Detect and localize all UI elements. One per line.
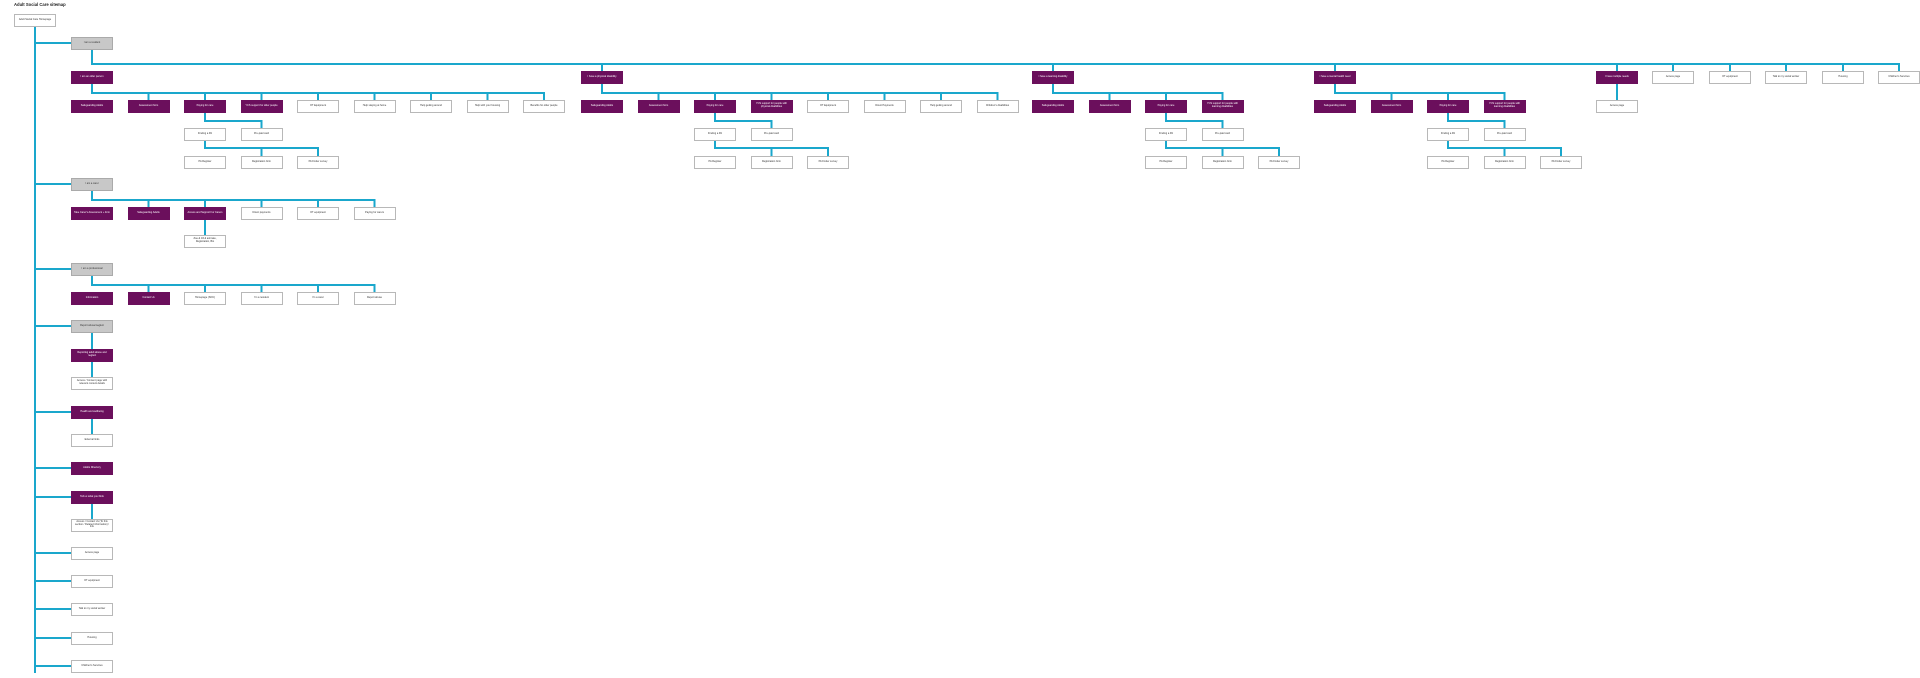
node-paying-for-care[interactable]: Paying for care: [1145, 99, 1187, 113]
node-registration-form[interactable]: Registration form: [1201, 155, 1244, 169]
node-i-am-an-older-person[interactable]: I am an older person: [71, 70, 113, 84]
node-report-abuse-neglect[interactable]: Report abuse/neglect: [71, 319, 113, 333]
node-reporting-adult-abuse-and-neglect[interactable]: Reporting adult abuse and neglect: [71, 348, 113, 362]
node-i-am-a-carer[interactable]: I am a carer: [71, 177, 113, 191]
node-help-staying-at-home[interactable]: Help staying at home: [353, 99, 396, 113]
node-homepage-soc[interactable]: Homepage (SOC): [184, 291, 226, 305]
node-ot-equipment[interactable]: OT Equipment: [297, 99, 339, 113]
node-ycs-support-for-people-with-learning-disabilities[interactable]: YCS support for people with learning dis…: [1483, 99, 1526, 113]
node-access-page[interactable]: Access page: [71, 546, 113, 560]
node-pa-finder-survey[interactable]: PA Finder survey: [297, 155, 339, 169]
node-root[interactable]: Adult Social Care Homepage: [14, 14, 56, 27]
node-i-have-a-learning-disability[interactable]: I have a learning disability: [1032, 70, 1074, 84]
node-talk-to-my-social-worker[interactable]: Talk to my social worker: [71, 602, 113, 616]
node-safeguarding-adults[interactable]: Safeguarding Adults: [581, 99, 623, 113]
node-ot-equipment[interactable]: OT equipment: [297, 206, 339, 220]
node-finding-a-pa[interactable]: Finding a PA: [184, 127, 226, 141]
node-information[interactable]: Information: [71, 291, 113, 305]
node-help-with-your-housing[interactable]: Help with your housing: [466, 99, 509, 113]
node-take-carer-s-assessment-form[interactable]: Take Carer's Assessment + form: [71, 206, 113, 220]
node-safeguarding-adults[interactable]: Safeguarding Adults: [127, 206, 170, 220]
node-health-and-wellbeing[interactable]: Health and wellbeing: [71, 405, 113, 419]
node-paying-for-care[interactable]: Paying for care: [184, 99, 226, 113]
node-pre-paid-card[interactable]: Pre-paid card: [240, 127, 283, 141]
node-registration-form[interactable]: Registration form: [750, 155, 793, 169]
node-assessment-form[interactable]: Assessment form: [1370, 99, 1413, 113]
node-access-contact-us-to-this-section-related-information-link[interactable]: Access / Contact Us (To this section / R…: [71, 518, 113, 532]
node-pa-register[interactable]: PA Register: [184, 155, 226, 169]
node-children-s-disabilities[interactable]: Children's disabilities: [976, 99, 1019, 113]
node-registration-form[interactable]: Registration form: [240, 155, 283, 169]
node-finding-a-pa[interactable]: Finding a PA: [1427, 127, 1469, 141]
node-i-have-a-mental-health-need[interactable]: I have a mental health need: [1314, 70, 1356, 84]
node-housing[interactable]: Housing: [71, 631, 113, 645]
node-help-getting-around[interactable]: Help getting around: [920, 99, 962, 113]
node-i-m-a-carer[interactable]: I'm a carer: [297, 291, 339, 305]
node-access-page[interactable]: Access page: [1596, 99, 1638, 113]
node-contact-us[interactable]: Contact Us: [127, 291, 170, 305]
node-paying-for-care[interactable]: Paying for care: [694, 99, 736, 113]
node-pa-register[interactable]: PA Register: [1145, 155, 1187, 169]
node-access-page[interactable]: Access page: [1652, 70, 1694, 84]
node-finding-a-pa[interactable]: Finding a PA: [1145, 127, 1187, 141]
node-pre-paid-card[interactable]: Pre-paid card: [750, 127, 793, 141]
node-report-abuse[interactable]: Report abuse: [353, 291, 396, 305]
node-i-have-multiple-needs[interactable]: I have multiple needs: [1596, 70, 1638, 84]
node-i-am-a-resident[interactable]: I am a resident: [71, 36, 113, 50]
node-ot-equipment[interactable]: OT Equipment: [807, 99, 849, 113]
node-safeguarding-adults[interactable]: Safeguarding Adults: [71, 99, 113, 113]
node-ycs-support-for-people-with-learning-disabilities[interactable]: YCS support for people with learning dis…: [1201, 99, 1244, 113]
node-talk-to-my-social-worker[interactable]: Talk to my social worker: [1765, 70, 1807, 84]
node-direct-payments[interactable]: Direct Payments: [863, 99, 906, 113]
node-ot-equipment[interactable]: OT equipment: [71, 574, 113, 588]
node-i-am-a-professional[interactable]: I am a professional: [71, 262, 113, 276]
node-assessment-form[interactable]: Assessment form: [637, 99, 680, 113]
node-benefits-for-older-people[interactable]: Benefits for older people: [523, 99, 565, 113]
node-paying-for-carers[interactable]: Paying for carers: [353, 206, 396, 220]
node-access-content-page-with-relevant-content-details[interactable]: Access / Content page with relevant cont…: [71, 376, 113, 390]
node-pa-finder-survey[interactable]: PA Finder survey: [1258, 155, 1300, 169]
node-assessment-form[interactable]: Assessment form: [127, 99, 170, 113]
node-pa-finder-survey[interactable]: PA Finder survey: [1540, 155, 1582, 169]
node-assessment-form[interactable]: Assessment form: [1088, 99, 1131, 113]
node-safeguarding-adults[interactable]: Safeguarding Adults: [1032, 99, 1074, 113]
node-tell-us-what-you-think[interactable]: Tell us what you think: [71, 490, 113, 504]
node-help-getting-around[interactable]: Help getting around: [410, 99, 452, 113]
node-zoe-jill-animate-registration-bio[interactable]: Zoe & Jill & animate, Registration, Bio: [184, 234, 226, 248]
node-children-s-services[interactable]: Children's Services: [1878, 70, 1920, 84]
node-i-m-a-resident[interactable]: I'm a resident: [240, 291, 283, 305]
node-registration-form[interactable]: Registration form: [1483, 155, 1526, 169]
node-i-have-a-physical-disability[interactable]: I have a physical disability: [581, 70, 623, 84]
node-children-s-services[interactable]: Children's Services: [71, 659, 113, 673]
node-pa-register[interactable]: PA Register: [1427, 155, 1469, 169]
node-pre-paid-card[interactable]: Pre-paid card: [1483, 127, 1526, 141]
node-external-links[interactable]: External links: [71, 433, 113, 447]
node-ycs-support-for-people-with-physical-disabilities[interactable]: YCS support for people with physical dis…: [750, 99, 793, 113]
node-safeguarding-adults[interactable]: Safeguarding Adults: [1314, 99, 1356, 113]
node-pa-finder-survey[interactable]: PA Finder survey: [807, 155, 849, 169]
node-ot-equipment[interactable]: OT equipment: [1709, 70, 1751, 84]
node-adults-directory[interactable]: Adults Directory: [71, 461, 113, 475]
node-pa-register[interactable]: PA Register: [694, 155, 736, 169]
node-paying-for-care[interactable]: Paying for care: [1427, 99, 1469, 113]
node-pre-paid-card[interactable]: Pre-paid card: [1201, 127, 1244, 141]
node-ycs-support-for-older-people[interactable]: YCS support for older people: [240, 99, 283, 113]
node-direct-payments[interactable]: Direct payments: [240, 206, 283, 220]
node-access-and-support-for-carers[interactable]: Access and Support For Carers: [184, 206, 226, 220]
node-housing[interactable]: Housing: [1822, 70, 1864, 84]
node-finding-a-pa[interactable]: Finding a PA: [694, 127, 736, 141]
